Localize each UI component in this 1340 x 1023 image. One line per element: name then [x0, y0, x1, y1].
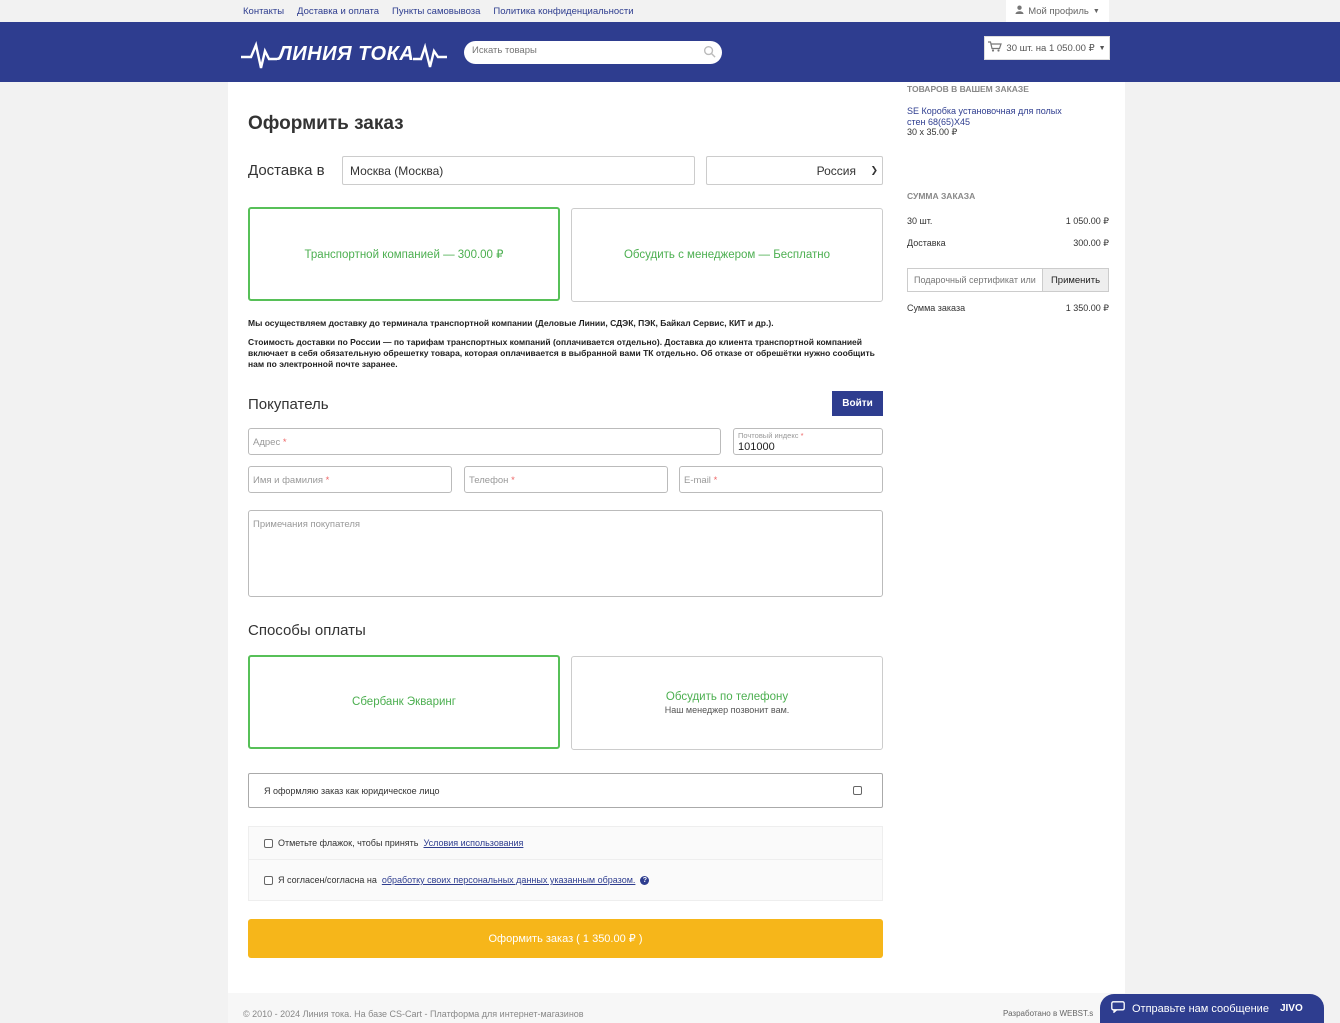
buyer-notes-textarea[interactable]: Примечания покупателя: [248, 510, 883, 597]
summary-heading: СУММА ЗАКАЗА: [907, 191, 976, 201]
delivery-cost-label: Доставка: [907, 238, 946, 248]
link-contacts[interactable]: Контакты: [243, 6, 284, 17]
qty-label: 30 шт.: [907, 216, 933, 226]
order-items-heading: ТОВАРОВ В ВАШЕМ ЗАКАЗЕ: [907, 84, 1029, 94]
user-icon: [1015, 5, 1024, 17]
name-field[interactable]: Имя и фамилия *: [248, 466, 452, 493]
chat-icon: [1111, 1001, 1125, 1016]
payment-option-phone[interactable]: Обсудить по телефону Наш менеджер позвон…: [571, 656, 883, 750]
zip-value: 101000: [738, 441, 775, 453]
link-delivery[interactable]: Доставка и оплата: [297, 6, 379, 17]
address-placeholder: Адрес: [253, 437, 281, 448]
chevron-down-icon: ❯: [870, 165, 878, 175]
caret-down-icon: ▼: [1098, 44, 1106, 52]
link-pickup[interactable]: Пункты самовывоза: [392, 6, 480, 17]
coupon-form: Подарочный сертификат или Применить: [907, 268, 1109, 292]
notes-placeholder: Примечания покупателя: [253, 519, 361, 530]
cart-summary: 30 шт. на 1 050.00 ₽: [1006, 42, 1095, 54]
chat-brand: JIVO: [1279, 1003, 1303, 1014]
phone-placeholder: Телефон: [469, 475, 509, 486]
address-field[interactable]: Адрес *: [248, 428, 721, 455]
copyright: © 2010 - 2024 Линия тока. На базе CS-Car…: [243, 1009, 584, 1019]
product-link[interactable]: SE Коробка установочная для полых стен 6…: [907, 106, 1077, 127]
consent-checkbox[interactable]: [264, 875, 273, 885]
search-box[interactable]: [464, 41, 722, 64]
link-privacy[interactable]: Политика конфиденциальности: [493, 6, 633, 17]
help-icon[interactable]: ?: [640, 875, 650, 885]
legal-entity-checkbox[interactable]: [853, 786, 862, 795]
consent-row: Я согласен/согласна на обработку своих п…: [248, 859, 883, 901]
consent-link[interactable]: обработку своих персональных данных указ…: [382, 875, 636, 885]
logo[interactable]: ЛИНИЯ ТОКА: [241, 37, 447, 71]
city-field[interactable]: Москва (Москва): [342, 156, 695, 185]
top-bar: Контакты Доставка и оплата Пункты самовы…: [0, 0, 1340, 22]
summary-delivery-row: Доставка 300.00 ₽: [907, 238, 1109, 249]
total-value: 1 350.00 ₽: [1065, 303, 1109, 313]
email-placeholder: E-mail: [684, 475, 711, 486]
phone-field[interactable]: Телефон *: [464, 466, 668, 493]
payment-option-sberbank[interactable]: Сбербанк Экваринг: [248, 655, 560, 749]
apply-coupon-button[interactable]: Применить: [1042, 269, 1108, 291]
zip-field[interactable]: Почтовый индекс * 101000: [733, 428, 883, 455]
search-icon[interactable]: [703, 45, 716, 61]
legal-entity-label: Я оформляю заказ как юридическое лицо: [264, 785, 440, 796]
delivery-cost-value: 300.00 ₽: [1073, 238, 1109, 248]
chat-widget[interactable]: Отправьте нам сообщение JIVO: [1100, 994, 1324, 1023]
shipping-option-manager[interactable]: Обсудить с менеджером — Бесплатно: [571, 208, 883, 302]
logo-text: ЛИНИЯ ТОКА: [278, 43, 415, 65]
terms-text: Отметьте флажок, чтобы принять: [278, 838, 419, 848]
zip-label: Почтовый индекс: [738, 431, 799, 440]
name-placeholder: Имя и фамилия: [253, 475, 324, 486]
total-label: Сумма заказа: [907, 303, 966, 313]
shipping-option-transport[interactable]: Транспортной компанией — 300.00 ₽: [248, 207, 560, 301]
site-header: ЛИНИЯ ТОКА 30 шт. на 1 050.00 ₽ ▼: [0, 22, 1340, 82]
shipping-option-label: Транспортной компанией — 300.00 ₽: [304, 249, 504, 261]
product-price: 30 x 35.00 ₽: [907, 127, 958, 137]
order-item: SE Коробка установочная для полых стен 6…: [907, 106, 1077, 138]
email-field[interactable]: E-mail *: [679, 466, 883, 493]
coupon-input[interactable]: Подарочный сертификат или: [908, 269, 1042, 291]
delivery-label: Доставка в: [248, 162, 325, 179]
shipping-option-label: Обсудить с менеджером — Бесплатно: [623, 249, 831, 261]
caret-down-icon: ▼: [1092, 7, 1100, 15]
page-title: Оформить заказ: [248, 113, 404, 134]
country-select[interactable]: Россия ❯: [706, 156, 883, 185]
developer-credit[interactable]: Разработано в WEBST.s: [1003, 1009, 1093, 1018]
chat-label: Отправьте нам сообщение: [1132, 1002, 1269, 1015]
country-value: Россия: [816, 163, 856, 178]
delivery-cost-note: Стоимость доставки по России — по тарифа…: [248, 337, 875, 369]
login-button[interactable]: Войти: [832, 391, 883, 416]
legal-entity-row[interactable]: Я оформляю заказ как юридическое лицо: [248, 773, 883, 808]
profile-label: Мой профиль: [1028, 5, 1089, 17]
cart-button[interactable]: 30 шт. на 1 050.00 ₽ ▼: [984, 36, 1110, 60]
qty-value: 1 050.00 ₽: [1065, 216, 1109, 226]
cart-icon: [988, 41, 1003, 55]
payment-option-sub: Наш менеджер позвонит вам.: [664, 705, 790, 715]
top-links: Контакты Доставка и оплата Пункты самовы…: [243, 6, 634, 17]
profile-menu[interactable]: Мой профиль ▼: [1006, 0, 1109, 22]
terms-checkbox[interactable]: [264, 838, 273, 848]
consent-text: Я согласен/согласна на: [278, 875, 377, 885]
place-order-button[interactable]: Оформить заказ ( 1 350.00 ₽ ): [248, 919, 883, 958]
summary-qty-row: 30 шт. 1 050.00 ₽: [907, 216, 1109, 227]
search-input[interactable]: [472, 45, 692, 56]
delivery-note: Мы осуществляем доставку до терминала тр…: [248, 318, 774, 328]
payment-heading: Способы оплаты: [248, 622, 366, 639]
buyer-heading: Покупатель: [248, 396, 329, 413]
terms-link[interactable]: Условия использования: [423, 838, 523, 848]
payment-option-label: Сбербанк Экваринг: [352, 696, 456, 708]
summary-total-row: Сумма заказа 1 350.00 ₽: [907, 303, 1109, 314]
terms-row: Отметьте флажок, чтобы принять Условия и…: [248, 826, 883, 860]
payment-option-label: Обсудить по телефону: [665, 691, 789, 703]
